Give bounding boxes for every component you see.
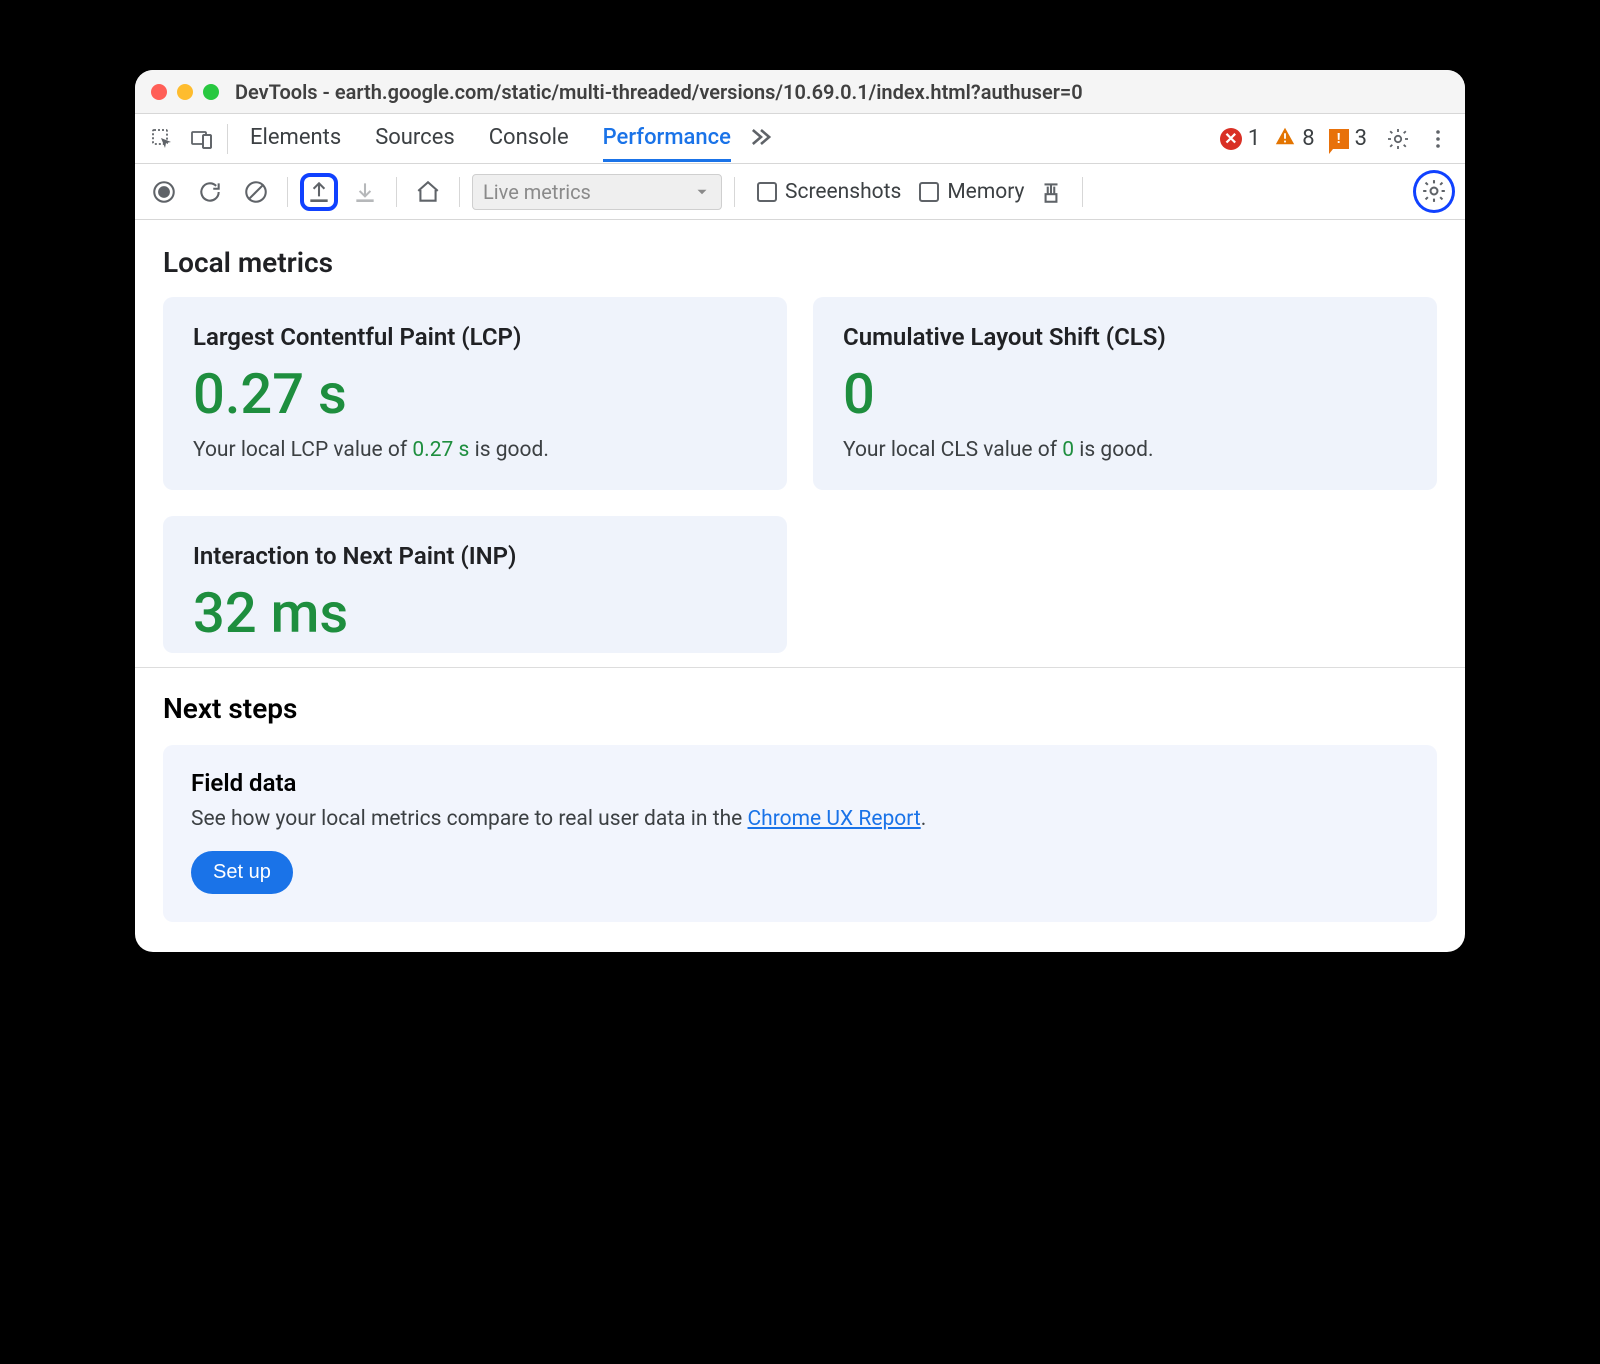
view-selector-label: Live metrics — [483, 180, 591, 204]
field-data-description: See how your local metrics compare to re… — [191, 807, 1409, 831]
field-data-title: Field data — [191, 769, 1409, 797]
devtools-window: DevTools - earth.google.com/static/multi… — [135, 70, 1465, 952]
cls-value: 0 — [843, 365, 1407, 424]
inspect-element-icon[interactable] — [145, 122, 179, 156]
record-icon[interactable] — [145, 173, 183, 211]
text: Your local CLS value of — [843, 438, 1062, 462]
status-indicators[interactable]: ✕ 1 8 ! 3 — [1220, 125, 1375, 153]
capture-settings-icon[interactable] — [1418, 175, 1450, 207]
device-toolbar-icon[interactable] — [185, 122, 219, 156]
next-steps-section: Next steps Field data See how your local… — [135, 668, 1465, 952]
text: See how your local metrics compare to re… — [191, 807, 748, 831]
window-title: DevTools - earth.google.com/static/multi… — [235, 80, 1083, 104]
reload-icon[interactable] — [191, 173, 229, 211]
checkbox-icon — [919, 182, 939, 202]
view-selector[interactable]: Live metrics — [472, 174, 722, 210]
local-metrics-section: Local metrics Largest Contentful Paint (… — [135, 220, 1465, 653]
panel-tabs: Elements Sources Console Performance — [250, 115, 731, 162]
download-profile-icon[interactable] — [346, 173, 384, 211]
kebab-menu-icon[interactable] — [1421, 122, 1455, 156]
memory-label: Memory — [947, 180, 1024, 204]
separator — [734, 177, 735, 207]
minimize-window-icon[interactable] — [177, 84, 193, 100]
local-metrics-heading: Local metrics — [163, 246, 1437, 279]
separator — [1082, 177, 1083, 207]
text: is good. — [469, 438, 549, 462]
tab-elements[interactable]: Elements — [250, 115, 341, 162]
cls-description: Your local CLS value of 0 is good. — [843, 438, 1407, 462]
errors-icon: ✕ — [1220, 128, 1242, 150]
warnings-count: 8 — [1302, 126, 1314, 151]
setup-button[interactable]: Set up — [191, 851, 293, 894]
cls-good-value: 0 — [1062, 438, 1074, 462]
performance-toolbar: Live metrics Screenshots Memory — [135, 164, 1465, 220]
maximize-window-icon[interactable] — [203, 84, 219, 100]
next-steps-heading: Next steps — [163, 692, 1437, 725]
lcp-value: 0.27 s — [193, 365, 757, 424]
panel-tabs-bar: Elements Sources Console Performance ✕ 1… — [135, 114, 1465, 164]
tab-sources[interactable]: Sources — [375, 115, 455, 162]
errors-count: 1 — [1248, 126, 1260, 151]
separator — [287, 177, 288, 207]
separator — [227, 124, 228, 154]
text: is good. — [1074, 438, 1154, 462]
issues-count: 3 — [1355, 126, 1367, 151]
lcp-description: Your local LCP value of 0.27 s is good. — [193, 438, 757, 462]
inp-title: Interaction to Next Paint (INP) — [193, 542, 757, 570]
window-controls — [151, 84, 219, 100]
memory-checkbox[interactable]: Memory — [919, 180, 1024, 204]
screenshots-label: Screenshots — [785, 180, 901, 204]
capture-settings-highlight — [1413, 170, 1455, 213]
separator — [459, 177, 460, 207]
tab-console[interactable]: Console — [489, 115, 569, 162]
field-data-card: Field data See how your local metrics co… — [163, 745, 1437, 922]
lcp-good-value: 0.27 s — [412, 438, 469, 462]
cls-card: Cumulative Layout Shift (CLS) 0 Your loc… — [813, 297, 1437, 490]
lcp-card: Largest Contentful Paint (LCP) 0.27 s Yo… — [163, 297, 787, 490]
collect-garbage-icon[interactable] — [1032, 173, 1070, 211]
settings-gear-icon[interactable] — [1381, 122, 1415, 156]
text: Your local LCP value of — [193, 438, 412, 462]
text: . — [921, 807, 927, 831]
inp-card: Interaction to Next Paint (INP) 32 ms — [163, 516, 787, 653]
inp-value: 32 ms — [193, 584, 757, 643]
home-icon[interactable] — [409, 173, 447, 211]
screenshots-checkbox[interactable]: Screenshots — [757, 180, 901, 204]
clear-icon[interactable] — [237, 173, 275, 211]
checkbox-icon — [757, 182, 777, 202]
tab-performance[interactable]: Performance — [603, 115, 731, 162]
crux-report-link[interactable]: Chrome UX Report — [748, 807, 921, 831]
issues-icon: ! — [1329, 129, 1349, 149]
more-tabs-icon[interactable] — [747, 123, 775, 155]
warnings-icon — [1274, 125, 1296, 153]
metrics-grid: Largest Contentful Paint (LCP) 0.27 s Yo… — [163, 297, 1437, 653]
separator — [396, 177, 397, 207]
lcp-title: Largest Contentful Paint (LCP) — [193, 323, 757, 351]
close-window-icon[interactable] — [151, 84, 167, 100]
cls-title: Cumulative Layout Shift (CLS) — [843, 323, 1407, 351]
upload-profile-icon[interactable] — [300, 173, 338, 211]
titlebar: DevTools - earth.google.com/static/multi… — [135, 70, 1465, 114]
